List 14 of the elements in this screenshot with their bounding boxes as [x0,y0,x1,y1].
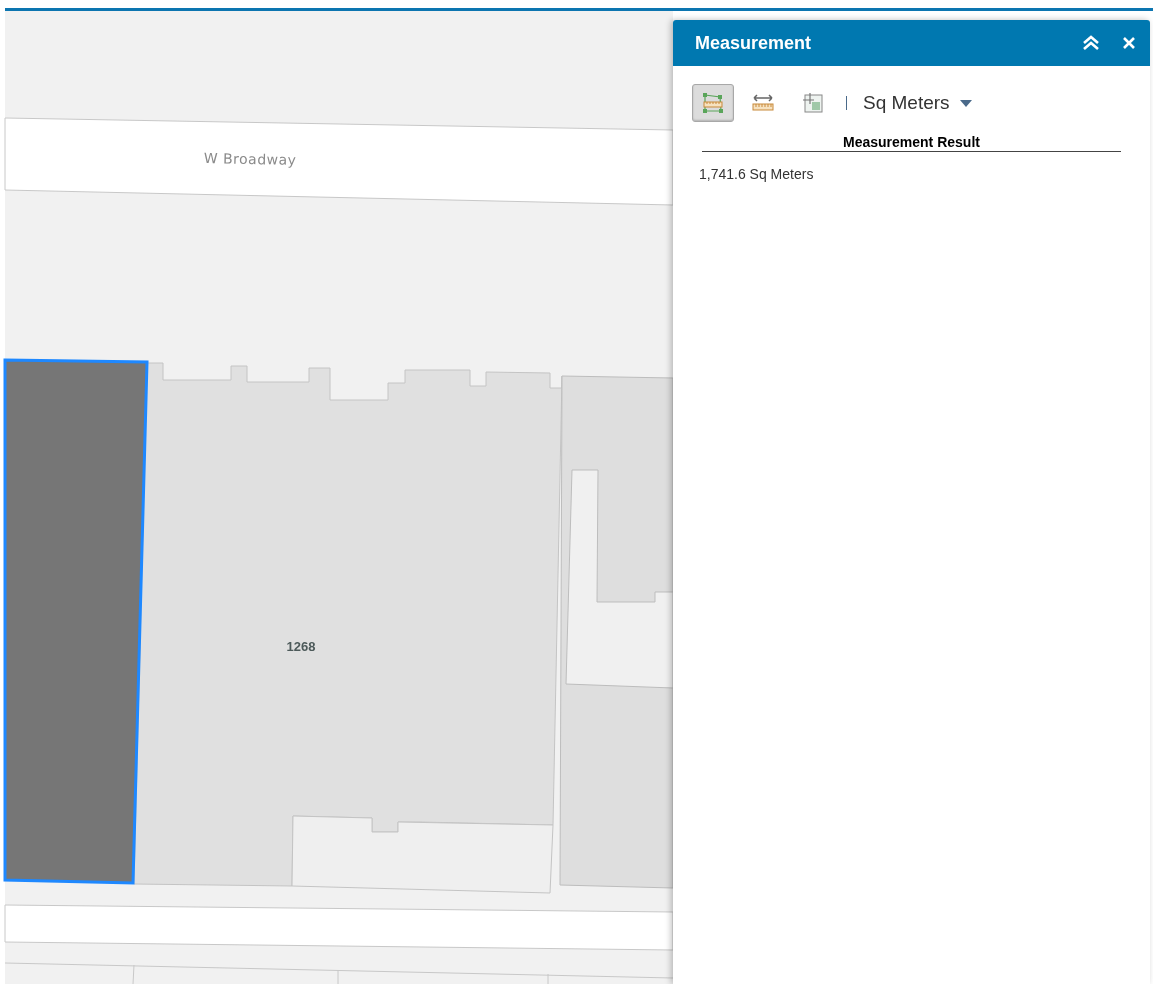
separator [846,96,847,110]
close-icon[interactable] [1122,36,1136,50]
area-tool-button[interactable] [692,84,734,122]
street-label: W Broadway [203,150,297,168]
parcel-label: 1268 [286,639,316,654]
result-heading: Measurement Result [702,134,1121,152]
crosshair-map-icon [802,92,824,114]
ruler-arrow-icon [752,92,774,114]
caret-icon [959,99,972,107]
area-ruler-icon [702,92,724,114]
collapse-icon[interactable] [1082,35,1100,51]
unit-dropdown[interactable]: Sq Meters [859,92,976,114]
panel-title: Measurement [695,32,813,54]
result-value: 1,741.6 Sq Meters [699,166,815,182]
